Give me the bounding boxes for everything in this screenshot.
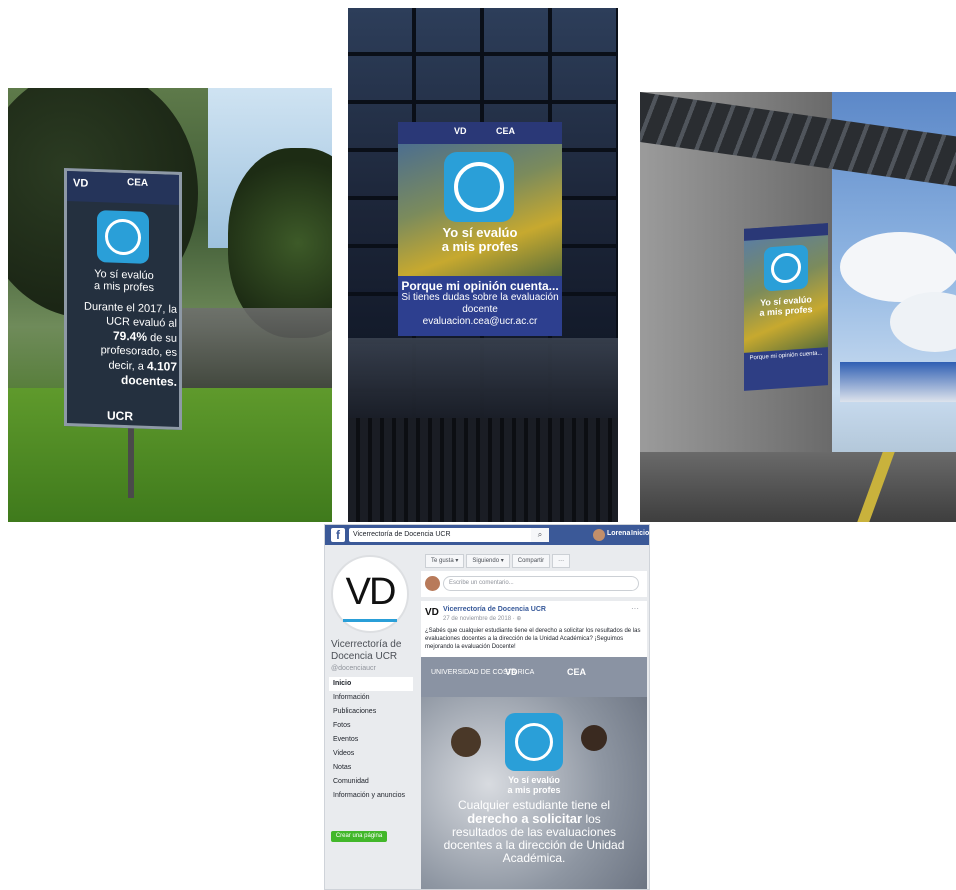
page-sidebar: VD Vicerrectoría de Docencia UCR @docenc… [325, 545, 415, 889]
person [451, 727, 481, 757]
comment-composer: Escribe un comentario... [421, 571, 647, 597]
ucr-logo: UNIVERSIDAD DE COSTA RICA [431, 669, 535, 676]
nav-item-info-anuncios[interactable]: Información y anuncios [329, 789, 413, 803]
vd-logo: VD [454, 126, 467, 136]
sign-slogan: Yo sí evalúo a mis profes [94, 267, 154, 295]
page-profile-picture[interactable]: VD [331, 555, 409, 633]
walkway [640, 452, 956, 522]
comment-input[interactable]: Escribe un comentario... [443, 576, 639, 591]
page-handle: @docenciaucr [331, 665, 376, 672]
user-avatar[interactable] [593, 529, 605, 541]
evaluation-app-icon [97, 210, 149, 264]
vd-logo: VD [73, 177, 89, 190]
page-action-bar: Te gusta ▾ Siguiendo ▾ Compartir ··· [425, 549, 572, 568]
banner-subtitle: Porque mi opinión cuenta... Si tienes du… [401, 279, 559, 327]
share-button[interactable]: Compartir [511, 554, 551, 568]
page-nav: Inicio Información Publicaciones Fotos E… [329, 677, 413, 803]
railing [348, 418, 618, 522]
nav-item-notas[interactable]: Notas [329, 761, 413, 775]
nav-item-eventos[interactable]: Eventos [329, 733, 413, 747]
nav-item-informacion[interactable]: Información [329, 691, 413, 705]
cea-logo: CEA [567, 667, 587, 677]
following-button[interactable]: Siguiendo ▾ [466, 554, 510, 568]
evaluation-app-icon [764, 244, 808, 292]
nav-item-videos[interactable]: Videos [329, 747, 413, 761]
facebook-page-screenshot: f Vicerrectoría de Docencia UCR ⌕ Lorena… [324, 524, 650, 890]
ucr-logo: UCR [107, 408, 133, 424]
image-slogan: Yo sí evalúo a mis profes [507, 775, 561, 795]
post-image[interactable]: UNIVERSIDAD DE COSTA RICA VD CEA Yo sí e… [421, 657, 647, 889]
image-header: UNIVERSIDAD DE COSTA RICA VD CEA [421, 657, 647, 697]
post-author-avatar[interactable]: VD [425, 607, 439, 621]
banner-slogan: Yo sí evalúo a mis profes [441, 225, 519, 254]
nav-item-inicio[interactable]: Inicio [329, 677, 413, 691]
user-avatar [425, 576, 440, 591]
more-options-button[interactable]: ··· [552, 554, 571, 568]
evaluation-app-icon [505, 713, 563, 771]
evaluation-banner: VD CEA Yo sí evalúo a mis profes Porque m… [398, 122, 562, 336]
nav-item-publicaciones[interactable]: Publicaciones [329, 705, 413, 719]
photo-wall-banner: Yo sí evalúo a mis profes Porque mi opini… [640, 92, 956, 522]
banner-header [398, 122, 562, 144]
page-name[interactable]: Vicerrectoría de Docencia UCR [331, 639, 415, 663]
search-input[interactable]: Vicerrectoría de Docencia UCR [349, 528, 549, 542]
create-page-button[interactable]: Crear una página [331, 831, 387, 842]
parking-lot [348, 338, 618, 418]
user-name-link[interactable]: Lorena [607, 530, 630, 537]
post-card: VD Vicerrectoría de Docencia UCR 27 de n… [421, 601, 647, 889]
evaluation-app-icon [444, 152, 514, 222]
evaluation-banner: Yo sí evalúo a mis profes Porque mi opini… [744, 223, 828, 391]
facebook-logo-icon[interactable]: f [331, 528, 345, 542]
photo-building-banner: VD CEA Yo sí evalúo a mis profes Porque m… [348, 8, 618, 522]
cea-logo: CEA [496, 126, 516, 136]
post-author-link[interactable]: Vicerrectoría de Docencia UCR [443, 606, 546, 613]
nav-item-comunidad[interactable]: Comunidad [329, 775, 413, 789]
post-text: ¿Sabés que cualquier estudiante tiene el… [425, 628, 641, 650]
like-button[interactable]: Te gusta ▾ [425, 554, 465, 568]
nav-item-fotos[interactable]: Fotos [329, 719, 413, 733]
sign-statistic: Durante el 2017, la UCR evaluó al 79.4% … [84, 300, 177, 389]
post-timestamp[interactable]: 27 de noviembre de 2018 · ⊕ [443, 615, 521, 622]
evaluation-sign: VD CEA Yo sí evalúo a mis profes Durante … [64, 167, 182, 431]
distant-building [840, 362, 956, 402]
sign-post [128, 418, 134, 498]
image-caption: Cualquier estudiante tiene el derecho a … [443, 798, 625, 865]
home-link[interactable]: Inicio [631, 530, 649, 537]
post-options-button[interactable]: ··· [631, 604, 639, 613]
vd-logo: VD [505, 667, 518, 677]
search-icon[interactable]: ⌕ [531, 528, 549, 542]
photo-sign-campus: VD CEA Yo sí evalúo a mis profes Durante … [8, 88, 332, 522]
bridge [178, 308, 332, 388]
cea-logo: CEA [127, 177, 149, 189]
person [581, 725, 607, 751]
